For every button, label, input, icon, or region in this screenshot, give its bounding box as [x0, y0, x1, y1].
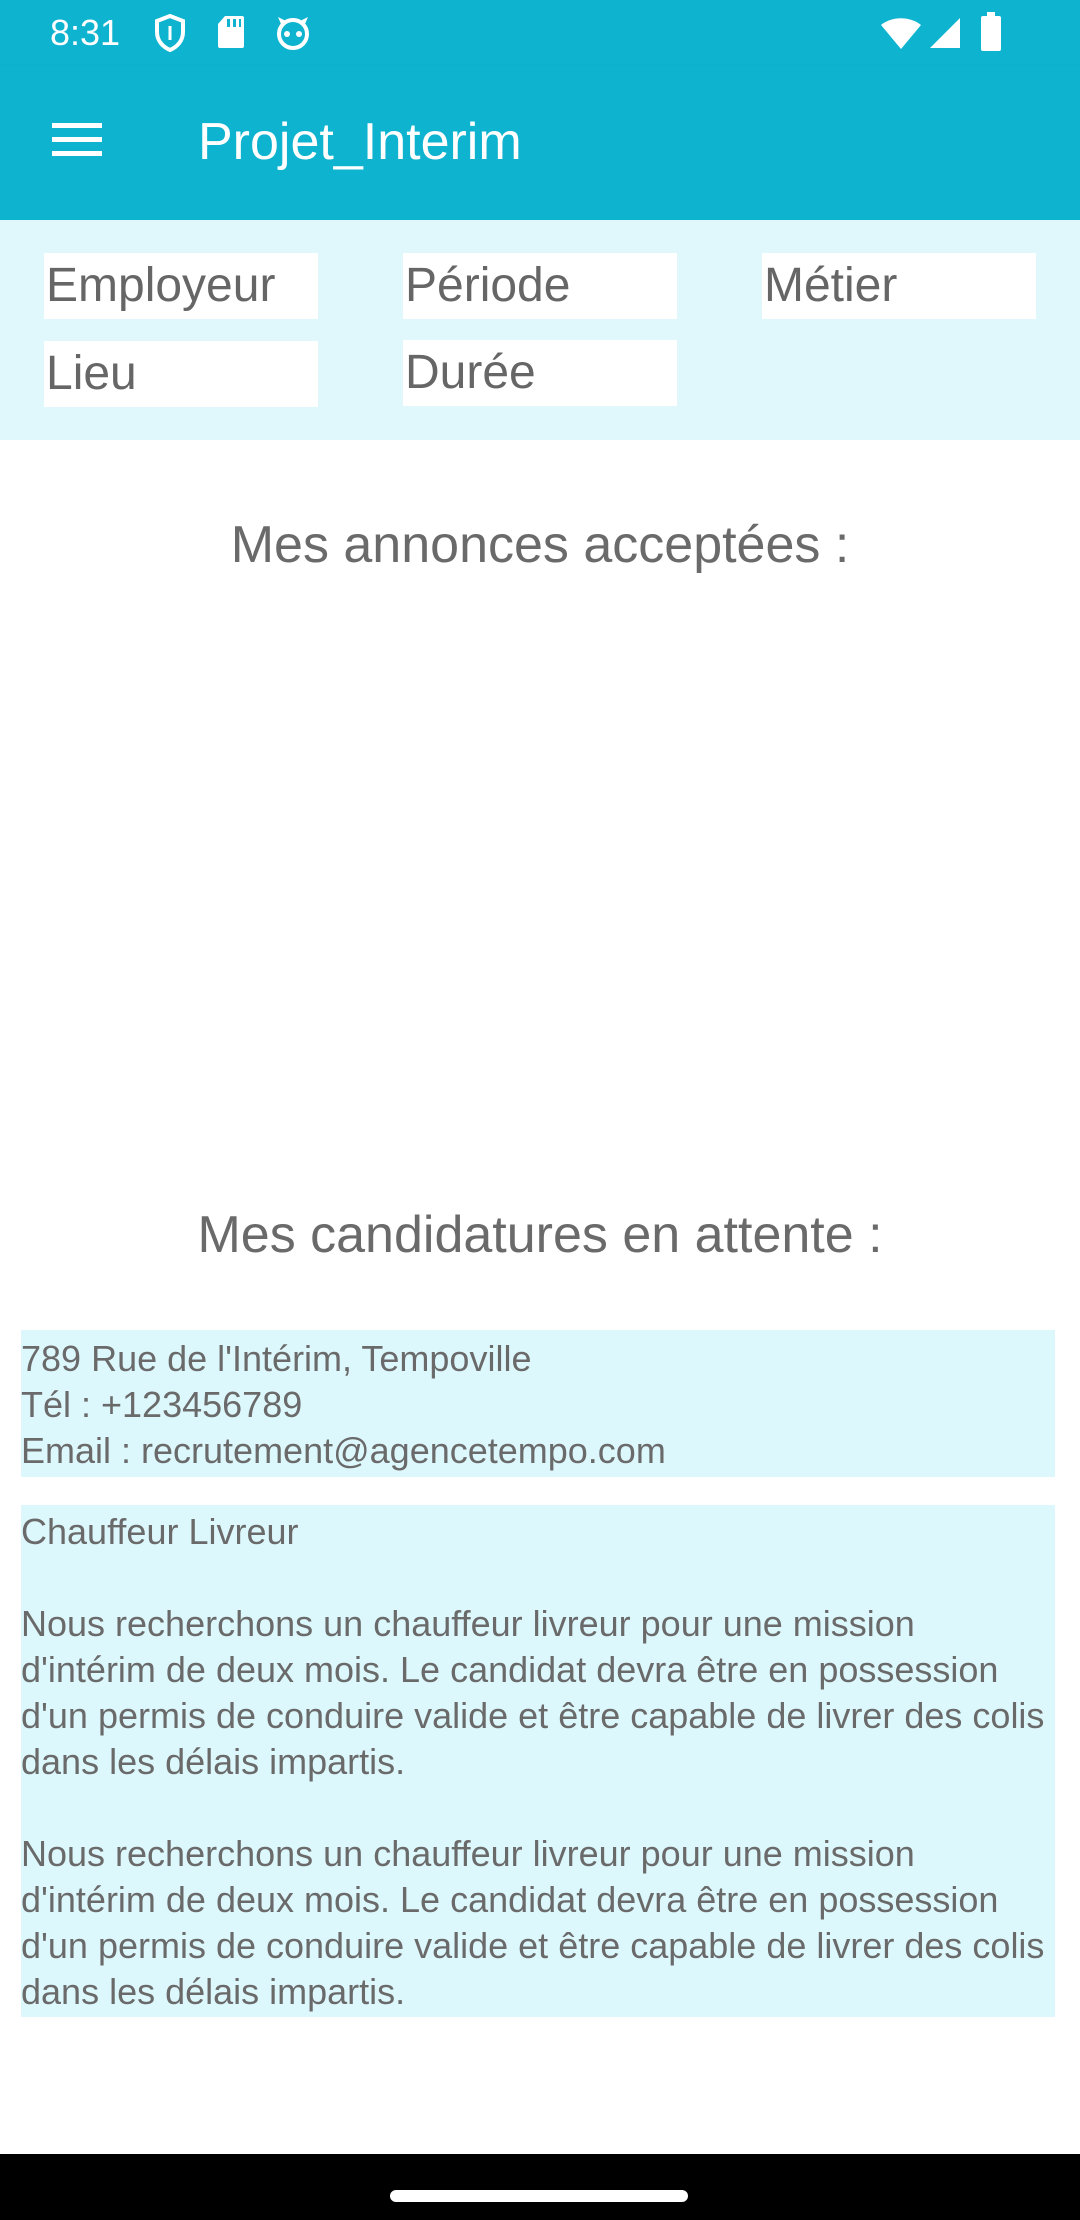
pending-card-contact[interactable]: 789 Rue de l'Intérim, Tempoville Tél : +… — [21, 1330, 1055, 1477]
menu-button[interactable] — [32, 106, 122, 176]
filter-duree[interactable]: Durée — [403, 340, 677, 406]
cell-signal-icon — [928, 16, 962, 55]
filter-periode[interactable]: Période — [403, 253, 677, 319]
pending-card-job[interactable]: Chauffeur Livreur Nous recherchons un ch… — [21, 1505, 1055, 2017]
filter-panel: Employeur Période Métier Lieu Durée — [0, 220, 1080, 440]
pending-list[interactable]: 789 Rue de l'Intérim, Tempoville Tél : +… — [0, 1330, 1080, 2030]
card-job-title: Chauffeur Livreur — [21, 1511, 299, 1552]
card-address: 789 Rue de l'Intérim, Tempoville — [21, 1338, 532, 1379]
card-job-description-repeat: Nous recherchons un chauffeur livreur po… — [21, 1833, 1045, 2012]
app-bar: Projet_Interim — [0, 66, 1080, 220]
accepted-title: Mes annonces acceptées : — [230, 516, 850, 574]
home-gesture-handle[interactable] — [390, 2190, 688, 2202]
shield-icon — [154, 13, 186, 57]
navigation-bar — [0, 2154, 1080, 2220]
card-phone: Tél : +123456789 — [21, 1384, 303, 1425]
battery-icon — [980, 12, 1002, 57]
card-email: Email : recrutement@agencetempo.com — [21, 1430, 666, 1471]
accepted-list — [0, 600, 1080, 1180]
filter-lieu[interactable]: Lieu — [44, 341, 318, 407]
filter-metier[interactable]: Métier — [762, 253, 1036, 319]
status-time: 8:31 — [50, 12, 121, 53]
hamburger-menu-icon — [50, 119, 104, 164]
wifi-icon — [880, 16, 922, 55]
card-job-description: Nous recherchons un chauffeur livreur po… — [21, 1603, 1045, 1782]
sd-card-icon — [216, 14, 246, 55]
filter-employeur[interactable]: Employeur — [44, 253, 318, 319]
pending-title: Mes candidatures en attente : — [197, 1206, 883, 1264]
app-title: Projet_Interim — [198, 113, 522, 171]
notification-face-icon — [274, 14, 312, 55]
status-bar: 8:31 — [0, 0, 1080, 66]
